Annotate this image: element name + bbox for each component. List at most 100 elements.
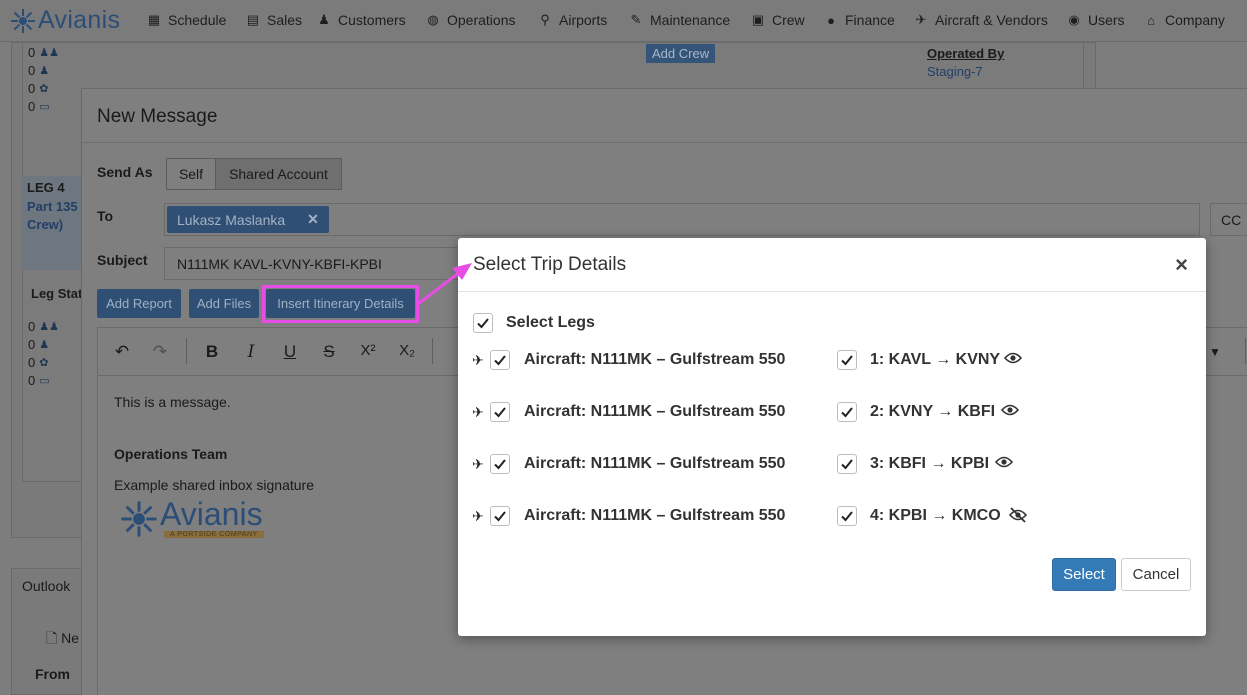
eye-icon[interactable] bbox=[1004, 351, 1022, 365]
nav-sales[interactable]: ▤ Sales bbox=[245, 12, 302, 28]
wrench-icon: ✎ bbox=[630, 12, 642, 27]
signature-team: Operations Team bbox=[114, 446, 228, 462]
select-legs-label: Select Legs bbox=[506, 314, 595, 331]
nav-label: Airports bbox=[559, 12, 608, 28]
toolbar-divider bbox=[1245, 338, 1246, 364]
aircraft-checkbox[interactable] bbox=[490, 506, 510, 526]
modal-title: New Message bbox=[97, 106, 218, 127]
document-icon: ▤ bbox=[246, 12, 260, 27]
aircraft-checkbox[interactable] bbox=[490, 350, 510, 370]
logo-sun-icon bbox=[11, 8, 35, 33]
nav-label: Sales bbox=[267, 12, 303, 28]
leg-checkbox[interactable] bbox=[837, 402, 857, 422]
logo-sun-icon bbox=[121, 501, 157, 537]
paw-icon: ✿ bbox=[39, 83, 49, 95]
underline-icon[interactable]: U bbox=[278, 342, 302, 362]
remove-recipient-icon[interactable]: ✕ bbox=[307, 211, 319, 228]
select-legs-checkbox[interactable] bbox=[473, 313, 493, 333]
nav-customers[interactable]: ♟ Customers bbox=[316, 12, 406, 28]
superscript-icon[interactable]: X² bbox=[356, 342, 380, 359]
to-field[interactable]: Lukasz Maslanka ✕ bbox=[164, 203, 1200, 236]
money-icon: ▭ bbox=[39, 375, 50, 387]
leg-label: 3: KBFI → KPBI bbox=[870, 455, 990, 472]
count-pets: 0 ✿ bbox=[28, 355, 48, 370]
nav-label: Users bbox=[1088, 12, 1125, 28]
select-button[interactable]: Select bbox=[1052, 558, 1116, 591]
operated-by-label: Operated By bbox=[927, 46, 1005, 61]
nav-label: Maintenance bbox=[650, 12, 731, 28]
checkmark-icon bbox=[841, 511, 853, 522]
nav-airports[interactable]: ⚲ Airports bbox=[537, 12, 607, 28]
leg-label: 1: KAVL → KVNY bbox=[870, 351, 1001, 368]
recipient-chip: Lukasz Maslanka ✕ bbox=[167, 206, 329, 233]
eye-slash-icon[interactable] bbox=[1009, 507, 1027, 523]
aircraft-label: Aircraft: N111MK – Gulfstream 550 bbox=[524, 455, 786, 472]
nav-maintenance[interactable]: ✎ Maintenance bbox=[628, 12, 731, 28]
nav-crew[interactable]: ▣ Crew bbox=[750, 12, 805, 28]
aircraft-checkbox[interactable] bbox=[490, 454, 510, 474]
aircraft-label: Aircraft: N111MK – Gulfstream 550 bbox=[524, 507, 786, 524]
add-report-button[interactable]: Add Report bbox=[97, 289, 181, 318]
add-files-button[interactable]: Add Files bbox=[189, 289, 259, 318]
strikethrough-icon[interactable]: S bbox=[317, 342, 341, 362]
dropdown-caret-icon[interactable]: ▼ bbox=[1203, 345, 1227, 359]
leg-checkbox[interactable] bbox=[837, 506, 857, 526]
nav-operations[interactable]: ◍ Operations bbox=[425, 12, 515, 28]
nav-company[interactable]: ⌂ Company bbox=[1143, 12, 1225, 28]
send-as-shared-button[interactable]: Shared Account bbox=[215, 158, 342, 190]
checkmark-icon bbox=[477, 318, 489, 329]
leg-label: 4: KPBI → KMCO bbox=[870, 507, 1001, 524]
signature-text: Example shared inbox signature bbox=[114, 477, 315, 493]
cc-button[interactable]: CC bbox=[1210, 203, 1247, 236]
nav-label: Company bbox=[1165, 12, 1225, 28]
leg-checkbox[interactable] bbox=[837, 350, 857, 370]
new-email-button[interactable]: 🗋 Ne bbox=[46, 628, 79, 652]
redo-icon[interactable]: ↷ bbox=[148, 342, 172, 362]
nav-schedule[interactable]: ▦ Schedule bbox=[146, 12, 227, 28]
recipient-name: Lukasz Maslanka bbox=[177, 211, 286, 228]
eye-icon[interactable] bbox=[1001, 403, 1019, 417]
aircraft-checkbox[interactable] bbox=[490, 402, 510, 422]
leg-status-label: Leg Stat bbox=[31, 286, 83, 301]
nav-finance[interactable]: ● Finance bbox=[823, 12, 895, 28]
user-icon: ♟ bbox=[39, 65, 50, 77]
send-as-label: Send As bbox=[97, 164, 153, 180]
message-body-text: This is a message. bbox=[114, 394, 231, 410]
plane-icon: ✈ bbox=[472, 352, 484, 368]
leg-crew[interactable]: Crew) bbox=[27, 217, 63, 232]
count-crew: 0 ♟ bbox=[28, 63, 49, 78]
checkmark-icon bbox=[494, 511, 506, 522]
add-crew-button[interactable]: Add Crew bbox=[646, 44, 716, 63]
nav-users[interactable]: ◉ Users bbox=[1066, 12, 1125, 28]
undo-icon[interactable]: ↶ bbox=[110, 342, 134, 362]
checkmark-icon bbox=[841, 407, 853, 418]
plane-icon: ✈ bbox=[472, 456, 484, 472]
eye-icon[interactable] bbox=[995, 455, 1013, 469]
plane-icon: ✈ bbox=[472, 404, 484, 420]
signature-logo-tagline: A PORTSIDE COMPANY bbox=[164, 531, 264, 538]
count-cash: 0 ▭ bbox=[28, 99, 50, 114]
italic-icon[interactable]: I bbox=[239, 342, 263, 362]
tab-outlook[interactable]: Outlook bbox=[22, 578, 70, 594]
count-passengers: 0 ♟♟ bbox=[28, 45, 59, 60]
aircraft-label: Aircraft: N111MK – Gulfstream 550 bbox=[524, 351, 786, 368]
leg-part[interactable]: Part 135 bbox=[27, 199, 78, 214]
users-icon: ♟♟ bbox=[39, 321, 59, 333]
leg-checkbox[interactable] bbox=[837, 454, 857, 474]
operated-by-value[interactable]: Staging-7 bbox=[927, 64, 983, 79]
count-value: 0 bbox=[28, 81, 36, 96]
bold-icon[interactable]: B bbox=[200, 342, 224, 362]
to-label: To bbox=[97, 208, 114, 224]
nav-aircraft-vendors[interactable]: ✈ Aircraft & Vendors bbox=[913, 12, 1048, 28]
top-navigation: Avianis ▦ Schedule ▤ Sales ♟ Customers ◍ Ope… bbox=[0, 0, 1247, 42]
send-as-self-button[interactable]: Self bbox=[166, 158, 216, 190]
select-trip-details-dialog: Select Trip Details × Select Legs ✈ Airc… bbox=[458, 238, 1206, 636]
paw-icon: ✿ bbox=[39, 357, 49, 369]
subscript-icon[interactable]: X₂ bbox=[395, 342, 419, 359]
divider bbox=[82, 142, 1247, 143]
map-pin-icon: ⚲ bbox=[540, 12, 550, 27]
app-logo[interactable]: Avianis bbox=[10, 6, 120, 35]
close-icon[interactable]: × bbox=[1175, 252, 1188, 278]
cancel-button[interactable]: Cancel bbox=[1121, 558, 1191, 591]
signature-logo-text: Avianis bbox=[160, 496, 263, 532]
